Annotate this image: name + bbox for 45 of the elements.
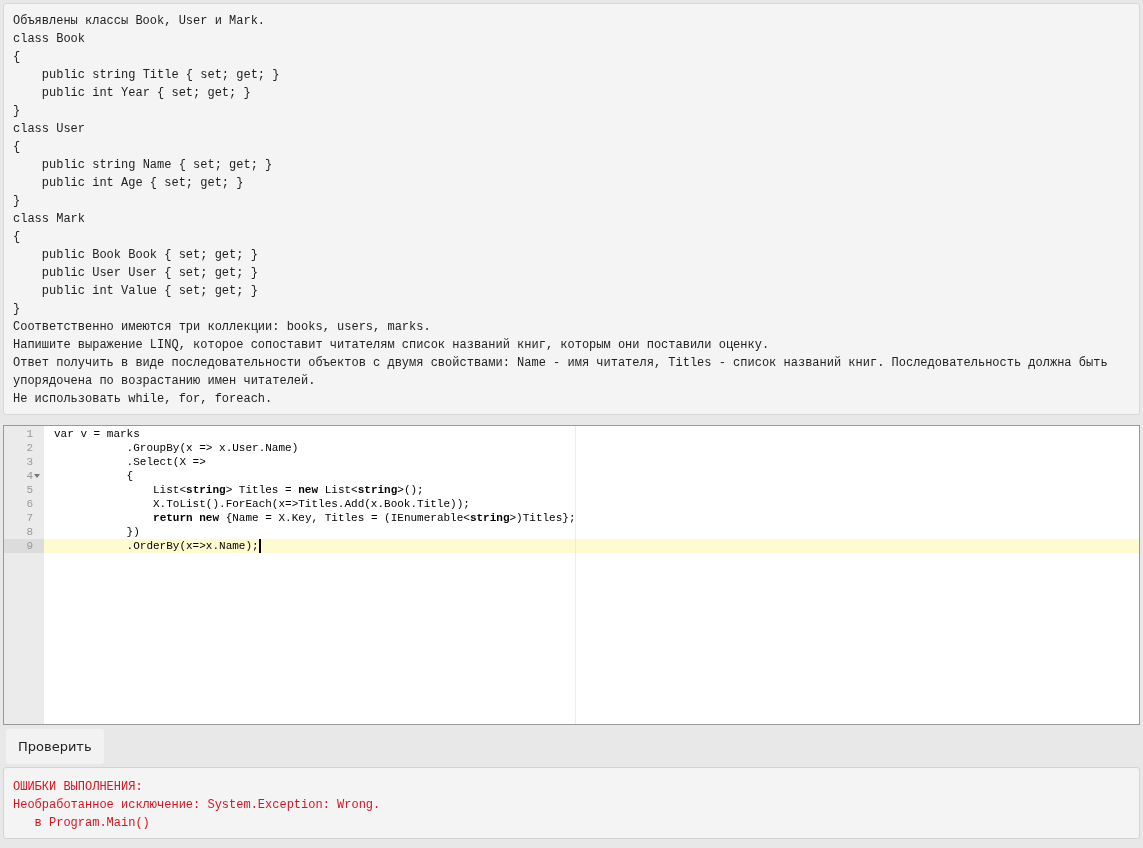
code-line: List<string> Titles = new List<string>(); [152, 483, 424, 497]
check-button[interactable]: Проверить [6, 729, 104, 764]
task-text-line: class Book [13, 31, 85, 48]
task-text-line: Напишите выражение LINQ, которое сопоставит читателям список названий книг, которым они поставили оценку. [13, 337, 770, 354]
task-text-line: public string Title { set; get; } [40, 67, 280, 84]
task-text-line: { [13, 229, 21, 246]
error-text-line: Необработанное исключение: System.Exception: Wrong. [13, 797, 381, 814]
task-text-line: class User [13, 121, 85, 138]
task-text-line: Объявлены классы Book, User и Mark. [13, 13, 266, 30]
code-line: .Select(X => [125, 455, 206, 469]
task-text-line: Соответственно имеются три коллекции: books, users, marks. [13, 319, 431, 336]
line-number: 6 [26, 497, 34, 511]
task-text-line: public Book Book { set; get; } [40, 247, 258, 264]
line-number: 7 [26, 511, 34, 525]
code-line: return new {Name = X.Key, Titles = (IEnumerable<string>)Titles}; [152, 511, 576, 525]
line-number: 2 [26, 441, 34, 455]
code-line: X.ToList().ForEach(x=>Titles.Add(x.Book.Title)); [152, 497, 470, 511]
task-text-line: { [13, 139, 21, 156]
text-cursor [258, 539, 261, 553]
line-number: 9 [26, 539, 34, 553]
line-number: 5 [26, 483, 34, 497]
task-text-line: Не использовать while, for, foreach. [13, 391, 273, 408]
line-number: 1 [26, 427, 34, 441]
error-text-line: в Program.Main() [33, 815, 150, 832]
task-text-line: } [13, 103, 21, 120]
task-text-line: } [13, 193, 21, 210]
task-text-line: public int Value { set; get; } [40, 283, 258, 300]
code-line: { [125, 469, 134, 483]
task-text-line: } [13, 301, 21, 318]
code-line: }) [125, 525, 140, 539]
task-text-line: { [13, 49, 21, 66]
task-text-line: class Mark [13, 211, 85, 228]
code-line: .GroupBy(x => x.User.Name) [125, 441, 299, 455]
task-text-line: public User User { set; get; } [40, 265, 258, 282]
task-text-line: public string Name { set; get; } [40, 157, 273, 174]
code-line: .OrderBy(x=>x.Name); [125, 539, 259, 553]
code-line: var v = marks [54, 427, 140, 441]
task-text-line: public int Age { set; get; } [40, 175, 244, 192]
task-text-line: Ответ получить в виде последовательности объектов с двумя свойствами: Name - имя читателя, Titles - список названий книг. Последовательность должна быть упорядочена по возрастанию имен читателей. [13, 355, 1109, 390]
error-text-line: ОШИБКИ ВЫПОЛНЕНИЯ: [13, 779, 143, 796]
line-number: 8 [26, 525, 34, 539]
line-number: 3 [26, 455, 34, 469]
code-editor[interactable] [3, 425, 1140, 725]
task-text-line: public int Year { set; get; } [40, 85, 251, 102]
line-number: 4 [26, 469, 40, 483]
